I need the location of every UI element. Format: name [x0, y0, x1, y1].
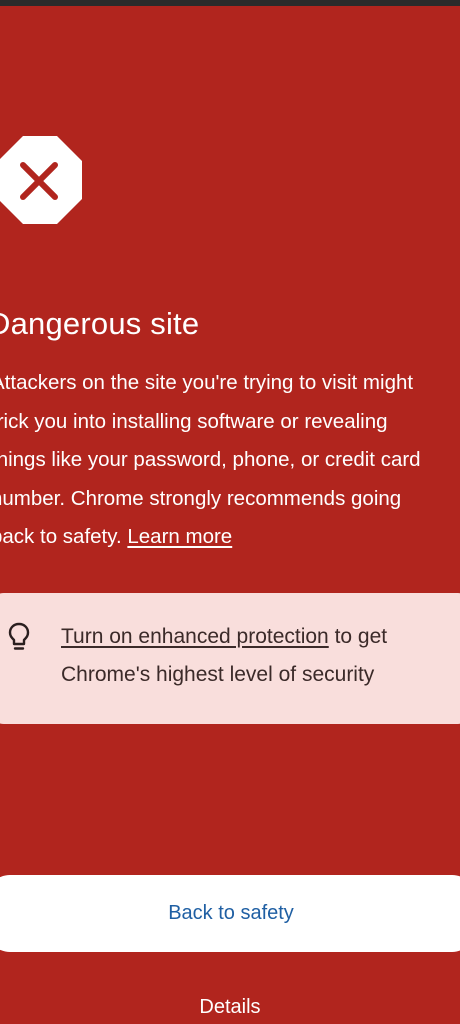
enhanced-protection-text: Turn on enhanced protection to get Chrom…: [61, 618, 460, 694]
enhanced-protection-line-2: Chrome's highest level of security: [61, 663, 375, 686]
description-line: trick you into installing software or re…: [0, 409, 388, 433]
close-octagon-icon: [0, 136, 82, 224]
back-to-safety-button[interactable]: Back to safety: [0, 875, 460, 952]
lightbulb-icon: [8, 622, 30, 652]
description-line-text: back to safety.: [0, 525, 122, 548]
warning-description: Attackers on the site you're trying to v…: [0, 364, 460, 557]
enhanced-protection-line-1: Turn on enhanced protection to get: [61, 618, 460, 656]
description-line: things like your password, phone, or cre…: [0, 448, 421, 471]
details-button[interactable]: Details: [0, 996, 460, 1019]
enhanced-protection-suffix: to get: [328, 625, 388, 648]
enhanced-protection-link[interactable]: Turn on enhanced protection: [61, 625, 329, 648]
status-bar-strip: [0, 0, 460, 6]
learn-more-link[interactable]: Learn more: [127, 525, 232, 548]
enhanced-protection-card: Turn on enhanced protection to get Chrom…: [0, 593, 460, 724]
page-title: Dangerous site: [0, 306, 200, 341]
description-line: Attackers on the site you're trying to v…: [0, 371, 414, 394]
description-line: number. Chrome strongly recommends going: [0, 486, 402, 510]
description-last-line: back to safety. Learn more: [0, 518, 460, 557]
